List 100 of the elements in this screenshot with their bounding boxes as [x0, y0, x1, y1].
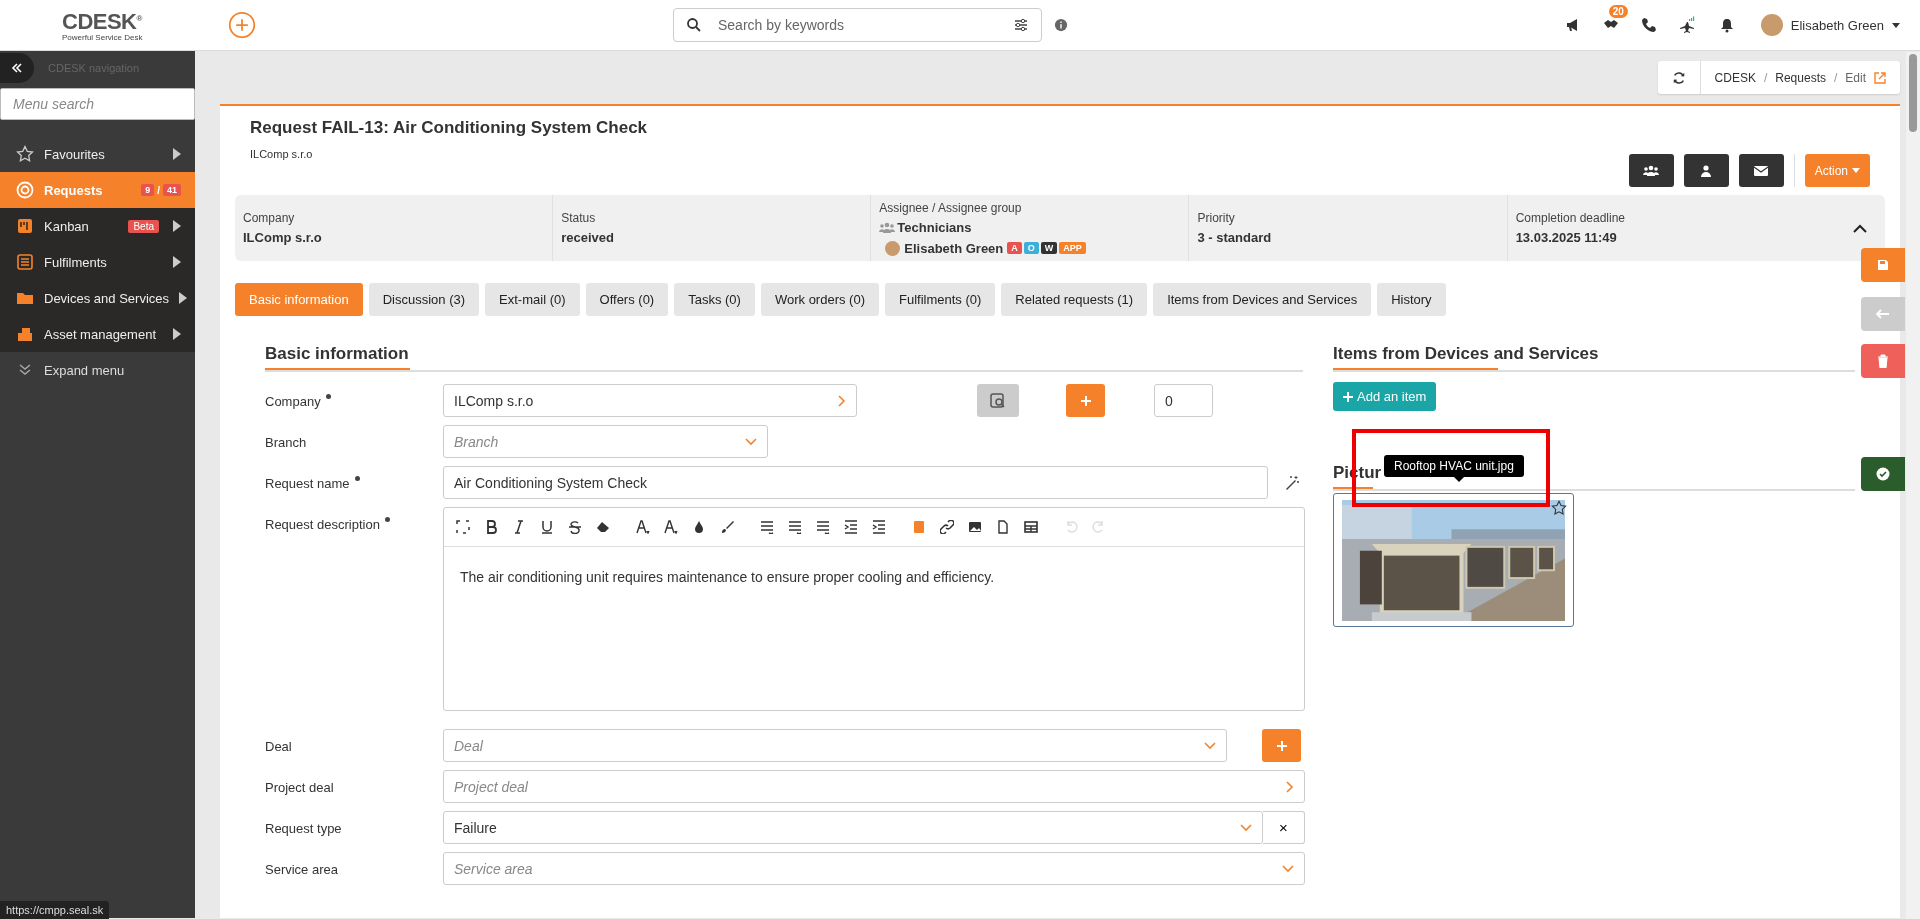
info-icon[interactable] [1054, 18, 1068, 32]
indent-icon[interactable] [872, 520, 886, 534]
refresh-icon[interactable] [1671, 70, 1686, 85]
description-editor[interactable]: The air conditioning unit requires maintenance to ensure proper cooling and efficiency. [443, 507, 1305, 711]
input-field[interactable]: Project deal [443, 770, 1305, 803]
tab[interactable]: Fulfilments (0) [885, 283, 996, 316]
size-icon[interactable] [664, 520, 678, 534]
chevron-up-icon[interactable] [1853, 224, 1867, 233]
sidebar-item[interactable]: Favourites [0, 136, 195, 172]
collapse-button[interactable] [0, 53, 34, 83]
add-button[interactable] [1066, 384, 1105, 417]
sidebar-item[interactable]: Kanban Beta [0, 208, 195, 244]
font-icon[interactable] [636, 520, 650, 534]
search-document-icon [990, 392, 1006, 409]
table-icon[interactable] [1024, 520, 1038, 534]
clear-button[interactable]: × [1263, 811, 1305, 844]
bold-icon[interactable] [484, 520, 498, 534]
user-menu[interactable]: Elisabeth Green [1760, 14, 1900, 36]
brush-icon[interactable] [720, 520, 734, 534]
menu-search-field[interactable]: Menu search [0, 88, 195, 120]
request-company: ILComp s.r.o [250, 148, 314, 160]
star-icon[interactable] [1551, 500, 1567, 516]
scrollbar[interactable] [1909, 54, 1917, 132]
strike-icon[interactable] [568, 520, 582, 534]
plus-icon [1079, 394, 1092, 407]
sidebar-item[interactable]: Devices and Services [0, 280, 195, 316]
phone-icon[interactable] [1640, 17, 1657, 33]
field-label: Service area [265, 862, 338, 877]
tab[interactable]: History [1377, 283, 1446, 316]
align-icon[interactable] [760, 520, 774, 534]
chevron-down-icon [745, 437, 757, 446]
image-icon[interactable] [968, 520, 982, 534]
avatar [885, 240, 901, 256]
input-field[interactable]: ILComp s.r.o [443, 384, 857, 417]
file-icon[interactable] [996, 520, 1010, 534]
input-field[interactable]: Deal [443, 729, 1227, 762]
tab[interactable]: Tasks (0) [674, 283, 755, 316]
role-tag: A [1007, 242, 1022, 254]
add-button[interactable] [1262, 729, 1301, 762]
sidebar-item[interactable]: Requests 9 / 41 [0, 172, 195, 208]
lookup-button[interactable] [977, 384, 1019, 417]
section-title: Items from Devices and Services [1333, 344, 1855, 372]
italic-icon[interactable] [512, 520, 526, 534]
role-tag: O [1023, 242, 1039, 254]
delete-button[interactable] [1861, 344, 1905, 378]
field-label: Project deal [265, 780, 334, 795]
breadcrumb-link[interactable]: Requests [1775, 70, 1826, 85]
star-icon [16, 145, 34, 163]
breadcrumb-link[interactable]: CDESK [1714, 70, 1756, 85]
outdent-icon[interactable] [844, 520, 858, 534]
tab[interactable]: Discussion (3) [368, 283, 480, 316]
underline-icon[interactable] [540, 520, 554, 534]
chevron-down-icon [1204, 741, 1216, 750]
request-count: 9 [141, 184, 155, 196]
breadcrumb-separator: / [1833, 70, 1838, 85]
olist-icon[interactable] [788, 520, 802, 534]
airplane-signal-icon[interactable] [1678, 16, 1697, 34]
link-icon[interactable] [940, 520, 954, 534]
tab[interactable]: Items from Devices and Services [1153, 283, 1372, 316]
user-button[interactable] [1683, 154, 1729, 187]
group-button[interactable] [1628, 154, 1674, 187]
confirm-button[interactable] [1861, 457, 1905, 491]
tab[interactable]: Related requests (1) [1001, 283, 1148, 316]
count-field[interactable]: 0 [1154, 384, 1213, 417]
role-tag: APP [1059, 242, 1086, 254]
assignee-group: Technicians [897, 220, 972, 235]
input-field[interactable]: Failure [443, 811, 1263, 844]
summary-value: 13.03.2025 11:49 [1515, 230, 1618, 245]
required-dot [325, 394, 331, 399]
input-field[interactable]: Air Conditioning System Check [443, 466, 1268, 499]
magic-wand-icon[interactable] [1284, 474, 1300, 491]
sidebar-item[interactable]: Fulfilments [0, 244, 195, 280]
fullscreen-icon[interactable] [456, 520, 470, 534]
ulist-icon[interactable] [816, 520, 830, 534]
search-field[interactable]: Search by keywords [673, 8, 1042, 42]
email-button[interactable] [1738, 154, 1784, 187]
add-icon[interactable] [228, 11, 256, 39]
caret-icon [1852, 168, 1860, 173]
arrow-icon [179, 292, 187, 304]
field-label: Deal [265, 739, 292, 754]
save-button[interactable] [1861, 248, 1905, 282]
input-field[interactable]: Service area [443, 852, 1305, 885]
summary-value: ILComp s.r.o [243, 230, 323, 245]
summary-value: 3 - standard [1197, 230, 1273, 245]
picture-card[interactable] [1333, 493, 1574, 627]
chevron-down-icon [1282, 864, 1294, 873]
role-tag: W [1040, 242, 1058, 254]
input-field[interactable]: Branch [443, 425, 768, 458]
tab[interactable]: Work orders (0) [760, 283, 879, 316]
tab[interactable]: Ext-mail (0) [485, 283, 580, 316]
sidebar-item[interactable]: Asset management [0, 316, 195, 352]
tab[interactable]: Offers (0) [585, 283, 669, 316]
logo[interactable]: CDESK$^{®}$ [62, 7, 172, 34]
search-input[interactable]: Search by keywords [716, 16, 999, 34]
external-link-icon[interactable] [1874, 71, 1886, 84]
breadcrumb-link[interactable]: Edit [1845, 70, 1866, 85]
filter-icon[interactable] [1013, 17, 1029, 33]
color-icon[interactable] [692, 520, 706, 534]
target-icon [16, 181, 34, 199]
beta-badge: Beta [128, 219, 159, 233]
